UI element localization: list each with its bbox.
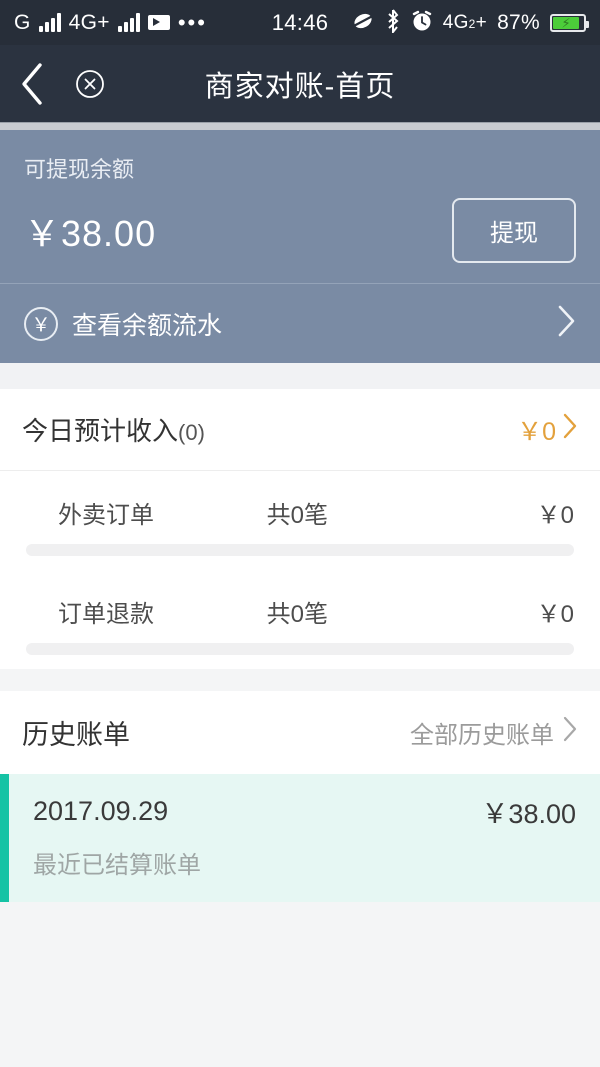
- list-item[interactable]: 2017.09.29 ￥38.00 最近已结算账单: [0, 774, 600, 902]
- income-count: (0): [178, 420, 205, 445]
- income-title: 今日预计收入(0): [22, 411, 205, 448]
- more-dots-icon: •••: [177, 9, 207, 35]
- history-title: 历史账单: [22, 720, 130, 750]
- status-bar-right: 4G 2 + 87% ⚡: [351, 8, 589, 37]
- status-bar-left: G 4G+ •••: [14, 10, 207, 36]
- bill-date: 2017.09.29: [33, 796, 169, 826]
- row-label: 外卖订单: [58, 502, 154, 529]
- row-count: 共0笔: [266, 601, 328, 628]
- withdraw-button[interactable]: 提现: [452, 198, 576, 263]
- navigation-bar: 商家对账-首页: [0, 45, 600, 122]
- page-background-filler: [0, 902, 600, 1067]
- close-circle-icon: [76, 69, 104, 98]
- section-gap-2: [0, 669, 600, 691]
- all-history-bills-link[interactable]: 全部历史账单: [410, 715, 578, 750]
- income-title-text: 今日预计收入: [22, 416, 179, 446]
- bluetooth-icon: [385, 8, 401, 37]
- webview-progress-bar: [0, 122, 600, 130]
- signal-strength-secondary-icon: [117, 13, 140, 32]
- income-total-group[interactable]: ￥0: [517, 412, 578, 448]
- second-sim-network-label: 4G 2 +: [442, 11, 488, 33]
- balance-label: 可提现余额: [24, 157, 135, 182]
- all-history-bills-label: 全部历史账单: [410, 722, 554, 749]
- bill-top-row: 2017.09.29 ￥38.00: [33, 792, 576, 831]
- close-button[interactable]: [64, 68, 116, 100]
- status-bar: G 4G+ ••• 14:46 4G 2 + 87% ⚡: [0, 0, 600, 45]
- row-progress-bar: [26, 544, 574, 556]
- balance-amount: ￥38.00: [24, 212, 157, 254]
- history-header: 历史账单 全部历史账单: [0, 691, 600, 774]
- mute-icon: [351, 10, 375, 36]
- history-panel: 历史账单 全部历史账单: [0, 691, 600, 774]
- row-amount: ￥0: [536, 601, 574, 628]
- video-recording-icon: [147, 15, 170, 30]
- income-header[interactable]: 今日预计收入(0) ￥0: [0, 389, 600, 471]
- bill-amount: ￥38.00: [481, 799, 576, 829]
- balance-row: ￥38.00 提现: [24, 198, 576, 263]
- table-row: 订单退款 共0笔 ￥0: [22, 584, 578, 643]
- chevron-right-icon: [562, 715, 578, 750]
- balance-card: 可提现余额 ￥38.00 提现: [0, 130, 600, 283]
- battery-percent-label: 87%: [497, 10, 540, 34]
- view-balance-flow-row[interactable]: ￥ 查看余额流水: [0, 284, 600, 363]
- row-amount: ￥0: [536, 502, 574, 529]
- yen-circle-icon: ￥: [24, 306, 58, 341]
- battery-icon: ⚡: [550, 13, 589, 32]
- chevron-right-icon: [562, 412, 578, 447]
- income-detail-row: 订单退款 共0笔 ￥0: [0, 570, 600, 655]
- bill-subtitle: 最近已结算账单: [33, 852, 201, 879]
- back-button[interactable]: [0, 61, 64, 107]
- signal-strength-icon: [38, 13, 61, 32]
- row-label: 订单退款: [58, 601, 154, 628]
- income-panel: 今日预计收入(0) ￥0 外卖订单 共0笔 ￥0 订单退款 共0笔 ￥0: [0, 389, 600, 669]
- app-screen: G 4G+ ••• 14:46 4G 2 + 87% ⚡ 商家对账-首页 可提现…: [0, 0, 600, 1067]
- back-chevron-icon: [22, 62, 42, 105]
- row-count: 共0笔: [266, 502, 328, 529]
- chevron-right-icon: [556, 304, 576, 343]
- network-type-label: 4G+: [68, 10, 110, 34]
- income-total-amount: ￥0: [517, 417, 556, 446]
- alarm-clock-icon: [411, 10, 433, 36]
- income-detail-row: 外卖订单 共0笔 ￥0: [0, 471, 600, 556]
- carrier-label: G: [14, 10, 31, 34]
- view-balance-flow-label: 查看余额流水: [72, 311, 223, 340]
- row-progress-bar: [26, 643, 574, 655]
- section-gap-1: [0, 363, 600, 389]
- table-row: 外卖订单 共0笔 ￥0: [22, 485, 578, 544]
